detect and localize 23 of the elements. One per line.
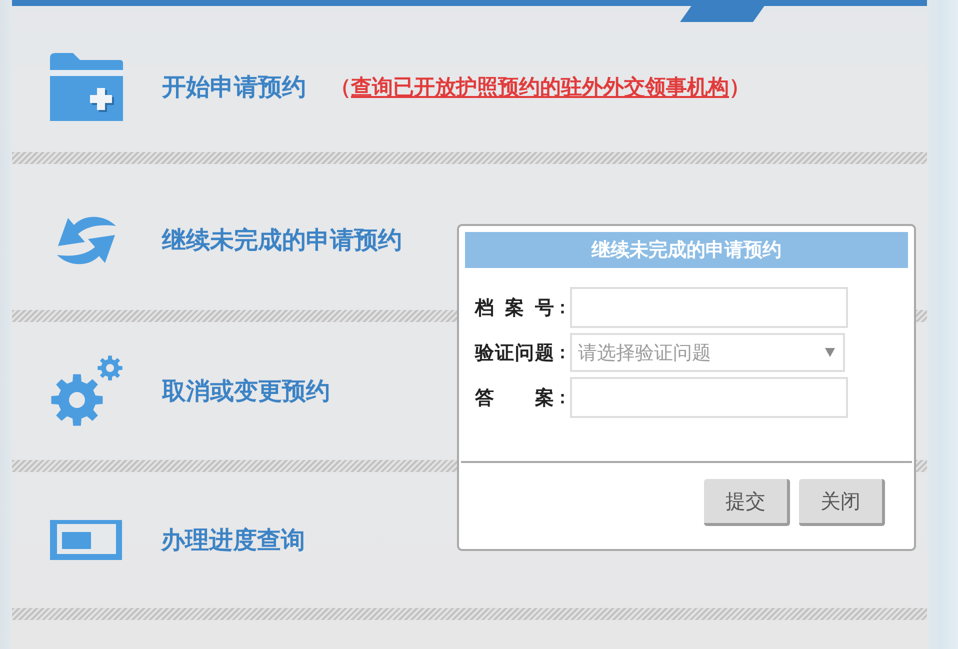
colon-text: ： — [554, 297, 570, 319]
menu-link[interactable]: 开始申请预约 — [162, 71, 306, 103]
close-button[interactable]: 关闭 — [799, 479, 885, 526]
dialog-title: 继续未完成的申请预约 — [465, 232, 908, 268]
colon-text: ： — [554, 342, 570, 364]
folder-plus-icon[interactable] — [50, 53, 123, 121]
close-paren: ） — [729, 74, 750, 101]
input-field[interactable] — [570, 287, 848, 328]
consulate-link[interactable]: 查询已开放护照预约的驻外外交领事机构 — [351, 73, 729, 101]
colon-text: ： — [554, 387, 570, 409]
submit-button[interactable]: 提交 — [704, 479, 790, 526]
question-select[interactable]: 请选择验证问题 — [570, 333, 845, 372]
progress-box-icon[interactable] — [50, 520, 122, 560]
field-label: 验证问题 — [475, 340, 554, 366]
menu-link[interactable]: 办理进度查询 — [161, 524, 305, 556]
input-field[interactable] — [570, 377, 848, 418]
caret-icon — [825, 348, 835, 357]
gears-icon[interactable] — [50, 355, 123, 427]
field-label: 答 案 — [475, 386, 554, 410]
open-paren: （ — [330, 74, 351, 101]
menu-link[interactable]: 取消或变更预约 — [162, 375, 330, 407]
menu-link[interactable]: 继续未完成的申请预约 — [162, 224, 402, 256]
field-label: 档 案 号 — [475, 296, 554, 320]
